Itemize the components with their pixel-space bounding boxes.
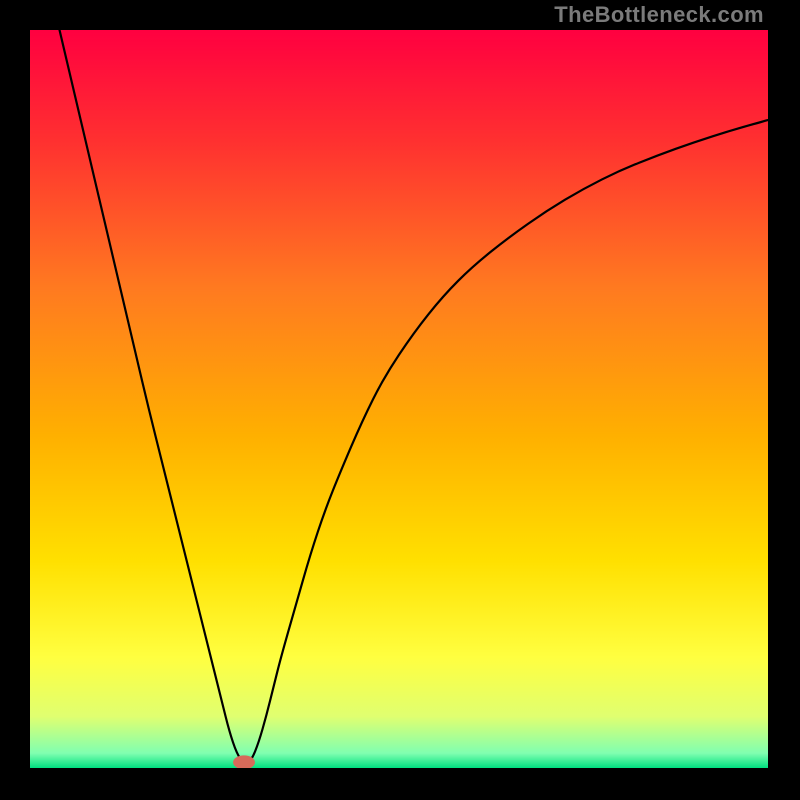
watermark-text: TheBottleneck.com: [554, 2, 764, 28]
bottleneck-chart: [30, 30, 768, 768]
plot-area: [28, 28, 770, 770]
gradient-background: [30, 30, 768, 768]
chart-container: TheBottleneck.com: [0, 0, 800, 800]
